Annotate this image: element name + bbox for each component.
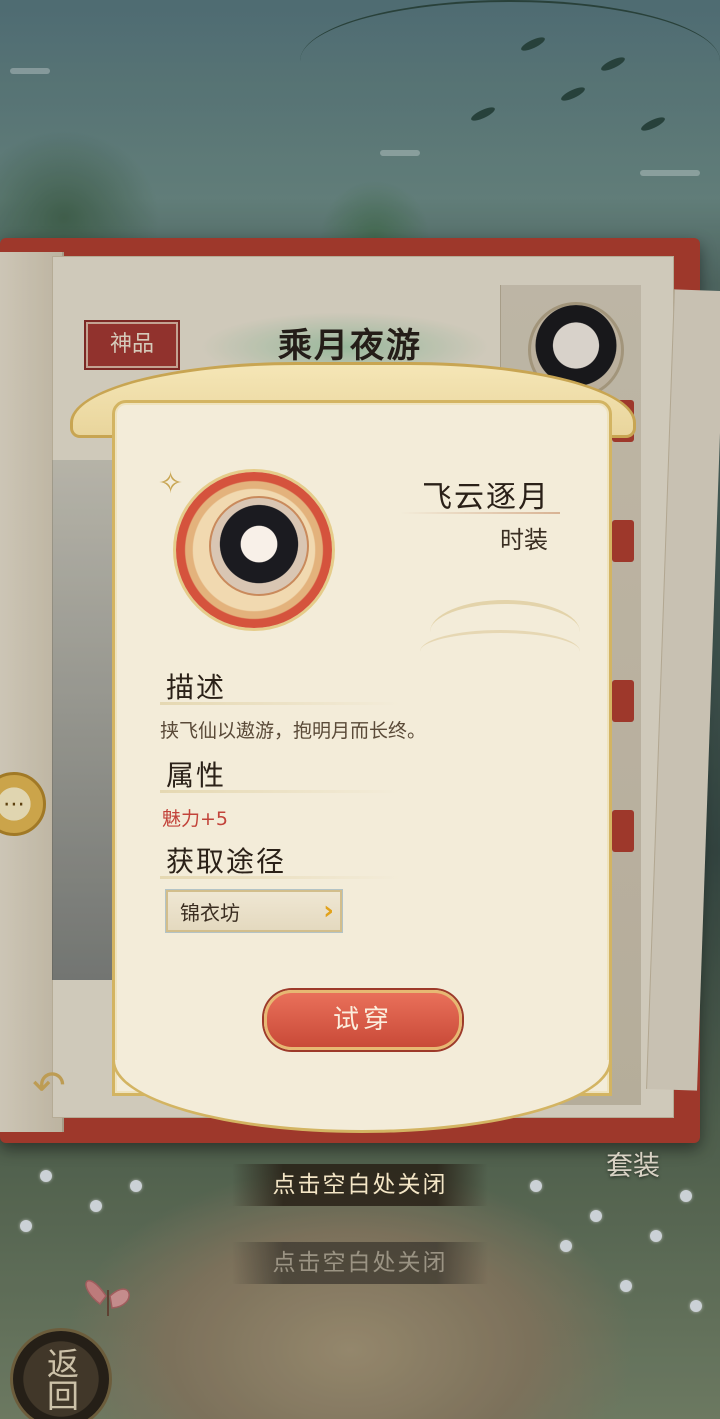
close-hint: 点击空白处关闭 — [232, 1164, 488, 1206]
source-button[interactable]: 锦衣坊 › — [165, 889, 343, 933]
attribute-text: 魅力+5 — [162, 808, 229, 830]
attribute-title: 属性 — [166, 759, 227, 792]
chevron-right-icon: › — [323, 896, 334, 926]
game-scene[interactable]: 神品 乘月夜游 ⋯ ↶ 套装 点击空白处关闭 返回 ✧ 飞云逐月 时装 描述 挟… — [0, 0, 720, 1419]
star-decoration-icon: ✧ — [158, 466, 184, 501]
description-text: 挟飞仙以遨游，抱明月而长终。 — [160, 720, 427, 742]
portrait-avatar — [209, 496, 309, 596]
divider — [400, 512, 560, 514]
item-name: 飞云逐月 — [422, 480, 550, 515]
description-title: 描述 — [166, 671, 227, 704]
divider — [160, 876, 400, 879]
swirl-decoration — [420, 630, 580, 673]
source-title: 获取途径 — [166, 845, 287, 878]
divider — [160, 790, 400, 793]
divider — [160, 702, 400, 705]
source-label: 锦衣坊 — [180, 900, 240, 925]
try-on-button[interactable]: 试穿 — [264, 990, 462, 1050]
item-type: 时装 — [500, 526, 548, 554]
